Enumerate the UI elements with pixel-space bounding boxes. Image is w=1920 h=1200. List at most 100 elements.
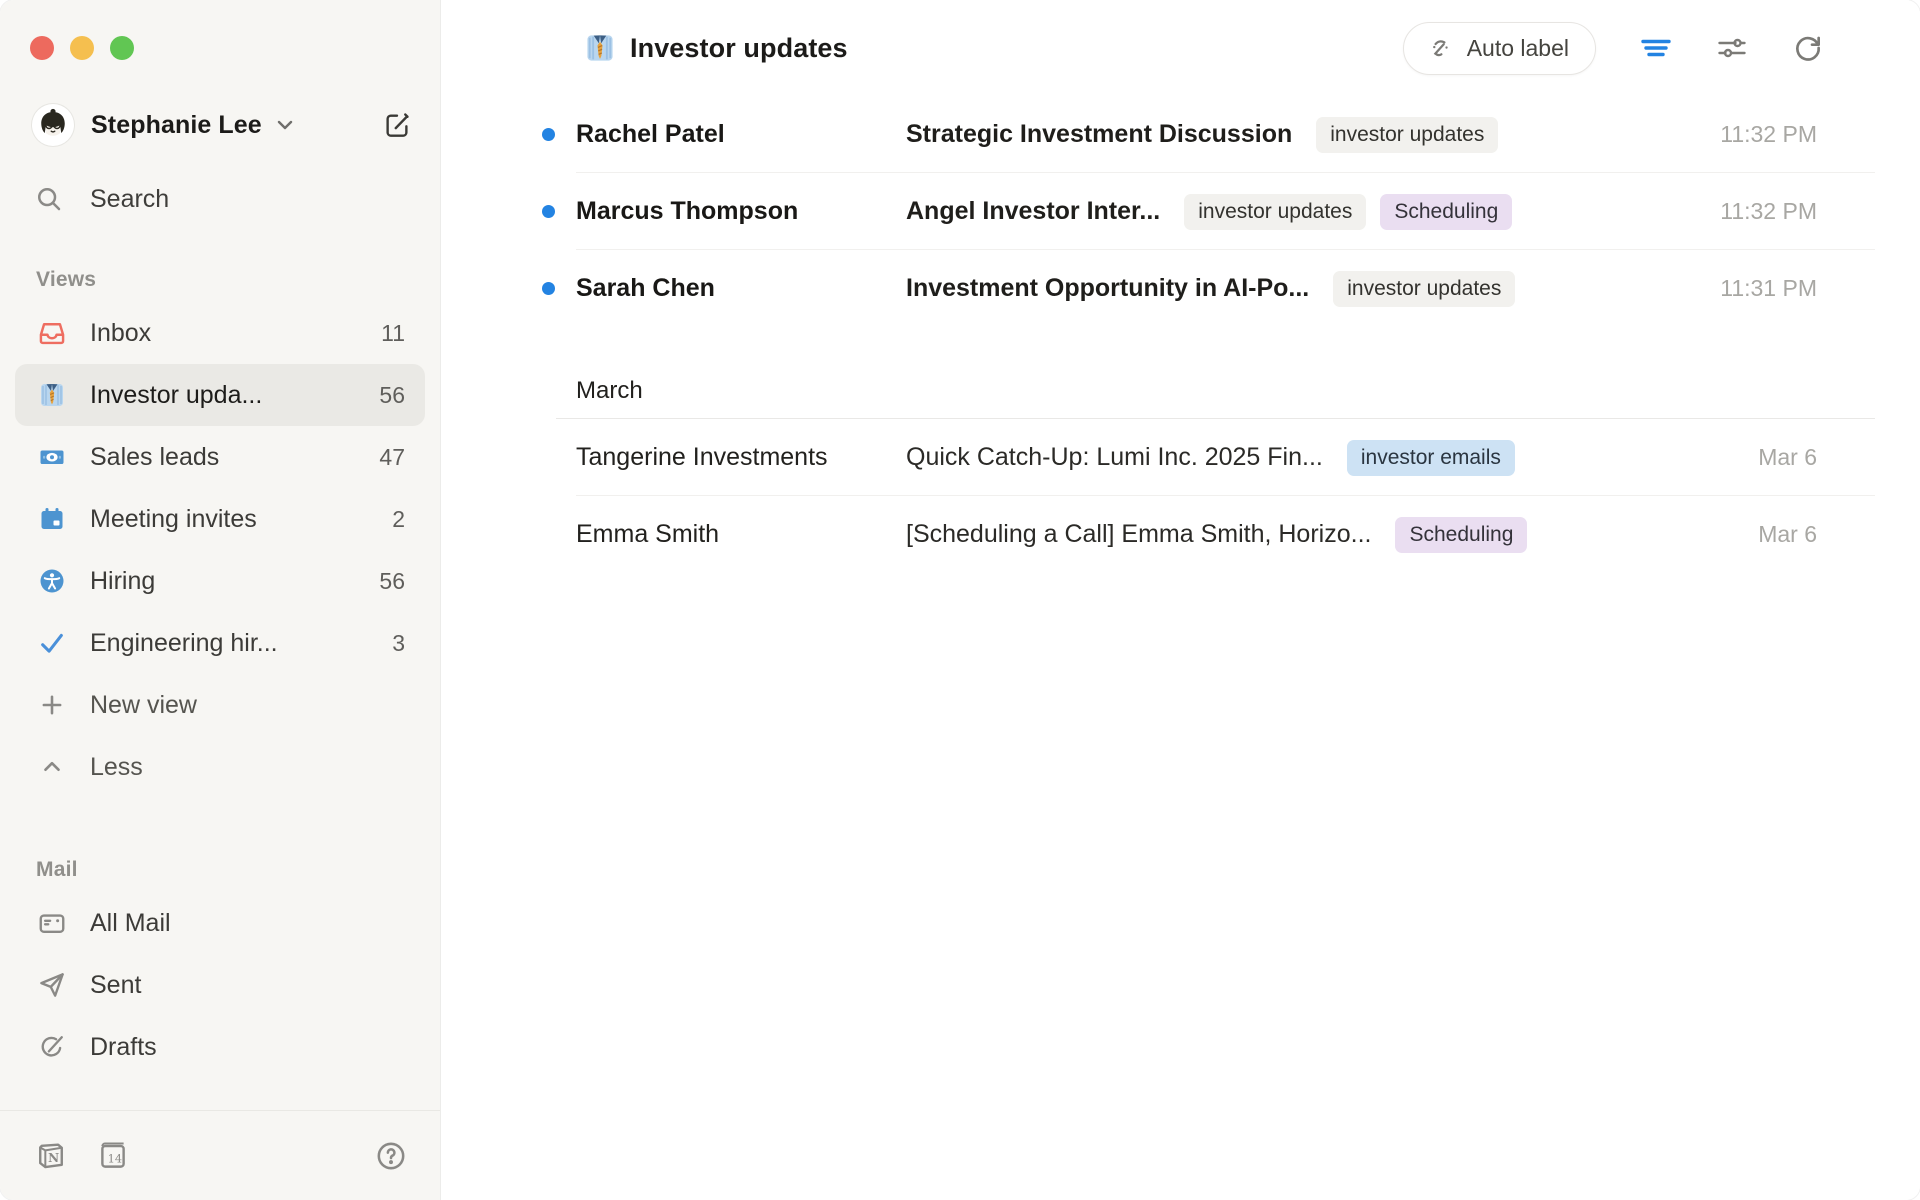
- mail-nav: All Mail Sent Drafts: [0, 892, 440, 1078]
- email-sender: Emma Smith: [576, 520, 906, 549]
- sidebar-item-meeting-invites[interactable]: Meeting invites 2: [15, 488, 425, 550]
- drafts-icon: [37, 1032, 67, 1062]
- sidebar-item-label: Investor upda...: [90, 381, 262, 410]
- less-button[interactable]: Less: [15, 736, 425, 798]
- unread-count: 47: [379, 444, 405, 471]
- sidebar-item-inbox[interactable]: Inbox 11: [15, 302, 425, 364]
- unread-dot: [542, 128, 555, 141]
- email-time: 11:31 PM: [1720, 275, 1920, 302]
- calendar-icon: [37, 505, 67, 533]
- auto-label-button[interactable]: Auto label: [1403, 22, 1596, 75]
- avatar[interactable]: [32, 104, 74, 146]
- label-badge[interactable]: investor updates: [1333, 271, 1515, 307]
- email-sender: Sarah Chen: [576, 274, 906, 303]
- sidebar-item-hiring[interactable]: Hiring 56: [15, 550, 425, 612]
- email-sender: Marcus Thompson: [576, 197, 906, 226]
- email-row[interactable]: Rachel Patel Strategic Investment Discus…: [441, 96, 1920, 173]
- email-time: Mar 6: [1758, 444, 1920, 471]
- email-row[interactable]: Emma Smith [Scheduling a Call] Emma Smit…: [441, 496, 1920, 573]
- email-list: Rachel Patel Strategic Investment Discus…: [441, 96, 1920, 573]
- sidebar-item-label: Meeting invites: [90, 505, 257, 534]
- checkmark-icon: [37, 629, 67, 657]
- email-time: 11:32 PM: [1720, 121, 1920, 148]
- label-badge[interactable]: investor updates: [1316, 117, 1498, 153]
- main-panel: Investor updates Auto label: [440, 0, 1920, 1200]
- chevron-up-icon: [37, 754, 67, 780]
- help-icon[interactable]: [374, 1139, 408, 1173]
- label-badge[interactable]: investor updates: [1184, 194, 1366, 230]
- unread-dot: [542, 282, 555, 295]
- window-controls: [0, 0, 440, 60]
- unread-count: 11: [381, 320, 405, 347]
- banknote-icon: [37, 443, 67, 471]
- inbox-icon: [37, 319, 67, 347]
- minimize-window-button[interactable]: [70, 36, 94, 60]
- accessibility-icon: [37, 567, 67, 595]
- svg-text:N: N: [48, 1151, 59, 1165]
- date-group-header: March: [441, 363, 1920, 419]
- refresh-icon[interactable]: [1792, 32, 1824, 64]
- sidebar-item-investor-updates[interactable]: Investor upda... 56: [15, 364, 425, 426]
- sidebar-item-all-mail[interactable]: All Mail: [15, 892, 425, 954]
- sidebar: Stephanie Lee Search Views: [0, 0, 440, 1200]
- filter-icon[interactable]: [1640, 32, 1672, 64]
- sidebar-item-label: Inbox: [90, 319, 151, 348]
- email-row[interactable]: Tangerine Investments Quick Catch-Up: Lu…: [441, 419, 1920, 496]
- all-mail-icon: [37, 908, 67, 938]
- unread-count: 3: [392, 630, 405, 657]
- mail-section-label: Mail: [36, 858, 440, 882]
- label-badge[interactable]: investor emails: [1347, 440, 1515, 476]
- chevron-down-icon[interactable]: [274, 114, 296, 136]
- email-time: Mar 6: [1758, 521, 1920, 548]
- page-title: Investor updates: [630, 33, 848, 64]
- necktie-icon: [37, 381, 67, 409]
- less-label: Less: [90, 753, 143, 782]
- sidebar-item-engineering-hiring[interactable]: Engineering hir... 3: [15, 612, 425, 674]
- auto-label-icon: [1426, 34, 1454, 62]
- email-subject: Investment Opportunity in AI-Po...: [906, 274, 1309, 303]
- email-row[interactable]: Sarah Chen Investment Opportunity in AI-…: [441, 250, 1920, 327]
- sidebar-item-label: Engineering hir...: [90, 629, 278, 658]
- email-subject: Strategic Investment Discussion: [906, 120, 1292, 149]
- sidebar-footer: N 14: [0, 1110, 440, 1200]
- email-subject: Quick Catch-Up: Lumi Inc. 2025 Fin...: [906, 443, 1323, 472]
- notion-calendar-icon[interactable]: 14: [96, 1139, 130, 1173]
- zoom-window-button[interactable]: [110, 36, 134, 60]
- sidebar-item-sent[interactable]: Sent: [15, 954, 425, 1016]
- compose-icon[interactable]: [382, 110, 412, 140]
- unread-count: 56: [379, 568, 405, 595]
- user-name[interactable]: Stephanie Lee: [91, 111, 262, 140]
- necktie-icon: [584, 32, 616, 64]
- views-section-label: Views: [36, 268, 440, 292]
- svg-text:14: 14: [108, 1151, 122, 1165]
- sidebar-item-label: Drafts: [90, 1033, 157, 1062]
- email-subject: [Scheduling a Call] Emma Smith, Horizo..…: [906, 520, 1371, 549]
- sidebar-item-drafts[interactable]: Drafts: [15, 1016, 425, 1078]
- sidebar-item-label: All Mail: [90, 909, 171, 938]
- sidebar-item-sales-leads[interactable]: Sales leads 47: [15, 426, 425, 488]
- label-badge[interactable]: Scheduling: [1395, 517, 1527, 553]
- sliders-icon[interactable]: [1716, 32, 1748, 64]
- email-sender: Rachel Patel: [576, 120, 906, 149]
- email-sender: Tangerine Investments: [576, 443, 906, 472]
- notion-icon[interactable]: N: [34, 1139, 68, 1173]
- search-icon: [34, 184, 64, 214]
- email-row[interactable]: Marcus Thompson Angel Investor Inter... …: [441, 173, 1920, 250]
- account-switcher: Stephanie Lee: [32, 104, 412, 146]
- new-view-button[interactable]: New view: [15, 674, 425, 736]
- plus-icon: [37, 691, 67, 719]
- app-window: Stephanie Lee Search Views: [0, 0, 1920, 1200]
- send-icon: [37, 970, 67, 1000]
- unread-dot: [542, 205, 555, 218]
- new-view-label: New view: [90, 691, 197, 720]
- sidebar-item-label: Sales leads: [90, 443, 219, 472]
- unread-count: 2: [392, 506, 405, 533]
- views-nav: Inbox 11 Investor upda... 56: [0, 302, 440, 798]
- sidebar-item-label: Sent: [90, 971, 141, 1000]
- search-button[interactable]: Search: [34, 184, 412, 214]
- email-subject: Angel Investor Inter...: [906, 197, 1160, 226]
- label-badge[interactable]: Scheduling: [1380, 194, 1512, 230]
- date-group-label: March: [576, 377, 643, 405]
- auto-label-text: Auto label: [1467, 35, 1569, 62]
- close-window-button[interactable]: [30, 36, 54, 60]
